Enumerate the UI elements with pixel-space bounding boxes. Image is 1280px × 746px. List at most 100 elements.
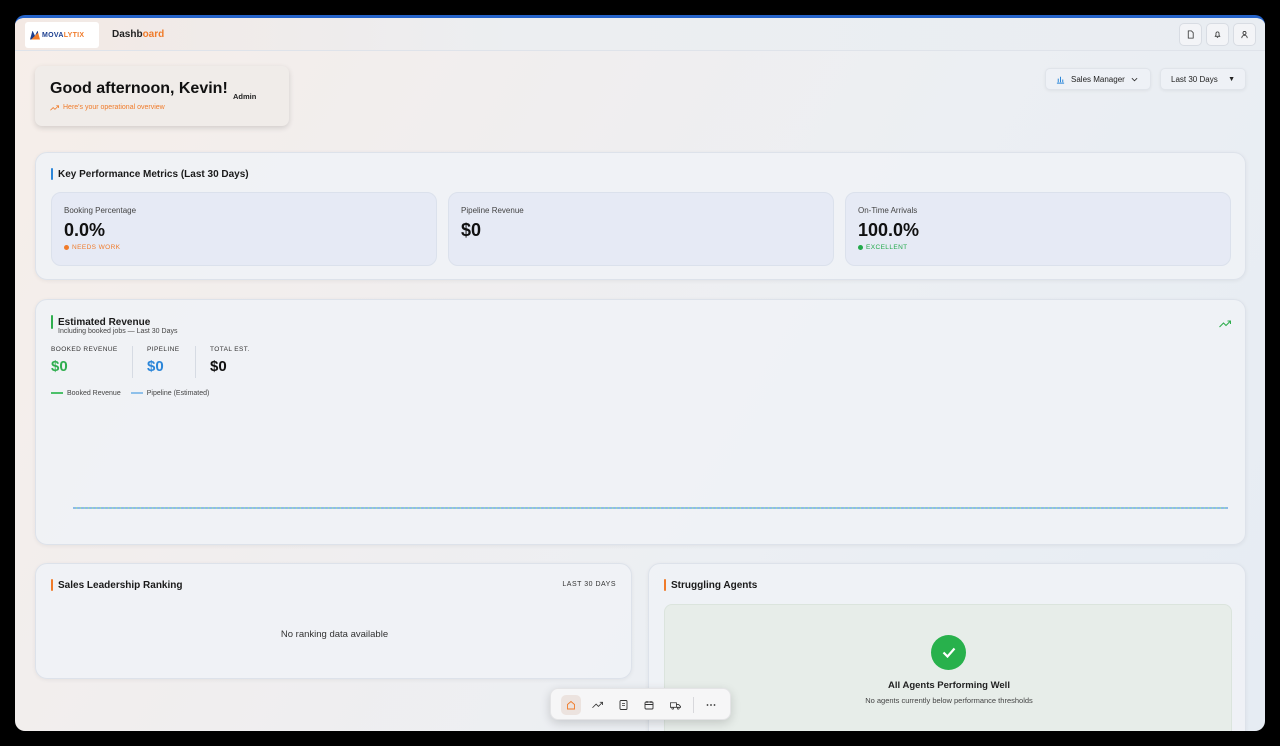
ranking-section: Sales Leadership Ranking LAST 30 DAYS No… [35,563,632,679]
nav-documents[interactable] [613,695,633,715]
legend-swatch [51,392,63,395]
kpi-label: Pipeline Revenue [461,206,524,215]
struggling-title-text: Struggling Agents [671,579,758,591]
legend-swatch [130,392,143,395]
stat-label: BOOKED REVENUE [51,346,118,353]
legend-label: Booked Revenue [67,390,121,397]
nav-home[interactable] [561,695,581,715]
stat-value: $0 [147,358,164,375]
document-icon [1187,30,1194,39]
stat-label: TOTAL EST. [210,346,250,353]
status-dot-icon [858,245,863,250]
trend-up-icon [50,104,59,111]
document-icon [619,700,627,710]
greeting-subtitle-text: Here's your operational overview [63,104,165,111]
nav-analytics[interactable] [587,695,607,715]
legend-label: Pipeline (Estimated) [146,390,210,397]
logo-text-b: LYTIX [63,31,85,39]
document-button[interactable] [1179,23,1202,46]
app-window: MOVA LYTIX Dashboard Good afternoon, Kevi… [15,15,1265,731]
struggling-title: Struggling Agents [664,579,757,591]
status-dot-icon [64,245,69,250]
all-good-panel: All Agents Performing Well No agents cur… [664,604,1232,731]
revenue-title-text: Estimated Revenue [58,316,151,328]
page-title: Dashboard [112,29,164,40]
kpi-card-pipeline[interactable]: Pipeline Revenue $0 [448,192,834,266]
greeting-subtitle: Here's your operational overview [50,104,165,111]
check-icon [942,647,955,658]
pipeline-stat: PIPELINE $0 [147,346,179,375]
revenue-chart [73,507,1228,509]
user-icon [1241,31,1248,39]
role-badge: Admin [233,92,257,101]
trend-icon [591,701,603,709]
ranking-period: LAST 30 DAYS [562,581,616,588]
ranking-title-text: Sales Leadership Ranking [58,579,183,591]
revenue-subtitle: Including booked jobs — Last 30 Days [58,328,178,335]
truck-icon [669,701,681,710]
nav-more[interactable] [701,695,721,715]
more-icon [706,704,716,706]
bar-chart-icon [1056,76,1065,84]
check-circle-icon [931,635,966,670]
date-range-label: Last 30 Days [1171,74,1218,84]
section-accent-bar [664,579,666,591]
divider [195,346,196,378]
bell-icon [1214,31,1221,38]
all-good-headline: All Agents Performing Well [888,680,1010,691]
user-menu-button[interactable] [1233,23,1256,46]
ranking-title: Sales Leadership Ranking [51,579,183,591]
all-good-message: No agents currently below performance th… [865,696,1033,705]
role-selector-label: Sales Manager [1071,74,1125,84]
kpi-title-text: Key Performance Metrics (Last 30 Days) [58,168,249,180]
chevron-down-icon [1131,77,1138,81]
kpi-value: 100.0% [858,220,920,240]
kpi-status-text: NEEDS WORK [72,244,121,251]
trend-up-icon [1219,320,1231,328]
bottom-navigation [550,688,731,720]
notifications-button[interactable] [1206,23,1229,46]
kpi-card-booking[interactable]: Booking Percentage 0.0% NEEDS WORK [51,192,437,266]
section-accent-bar [51,315,53,329]
stat-value: $0 [51,358,68,375]
kpi-card-on-time[interactable]: On-Time Arrivals 100.0% EXCELLENT [845,192,1231,266]
page-title-b: oard [142,29,165,40]
revenue-title: Estimated Revenue [51,315,150,329]
role-selector[interactable]: Sales Manager [1045,68,1151,90]
kpi-status: NEEDS WORK [64,244,120,251]
caret-down-icon: ▼ [1228,75,1235,83]
ranking-empty-state: No ranking data available [280,629,389,640]
struggling-agents-section: Struggling Agents All Agents Performing … [648,563,1246,731]
kpi-section: Key Performance Metrics (Last 30 Days) B… [35,152,1246,280]
legend-pipeline[interactable]: Pipeline (Estimated) [130,390,210,397]
stat-label: PIPELINE [147,346,180,353]
kpi-label: On-Time Arrivals [858,206,918,215]
nav-dispatch[interactable] [665,695,685,715]
nav-divider [693,697,694,713]
revenue-section: Estimated Revenue Including booked jobs … [35,299,1246,545]
greeting-headline: Good afternoon, Kevin! [50,80,228,97]
calendar-icon [644,701,654,710]
divider [132,346,133,378]
section-accent-bar [51,168,53,180]
logo-text-a: MOVA [42,31,64,39]
nav-calendar[interactable] [639,695,659,715]
total-estimate-stat: TOTAL EST. $0 [210,346,250,375]
booked-revenue-stat: BOOKED REVENUE $0 [51,346,118,375]
top-bar: MOVA LYTIX Dashboard [15,18,1265,51]
stat-value: $0 [210,358,227,375]
legend-booked[interactable]: Booked Revenue [51,390,121,397]
section-accent-bar [51,579,53,591]
date-range-select[interactable]: Last 30 Days ▼ [1160,68,1246,90]
kpi-status-text: EXCELLENT [866,244,908,251]
kpi-value: 0.0% [64,220,106,240]
logo-mark-icon [30,30,40,40]
kpi-value: $0 [461,220,482,240]
kpi-status: EXCELLENT [858,244,908,251]
kpi-section-title: Key Performance Metrics (Last 30 Days) [51,168,249,180]
app-logo[interactable]: MOVA LYTIX [25,22,99,48]
page-title-a: Dashb [112,29,143,40]
home-icon [567,700,575,710]
kpi-label: Booking Percentage [64,206,137,215]
chart-legend: Booked Revenue Pipeline (Estimated) [51,390,209,397]
